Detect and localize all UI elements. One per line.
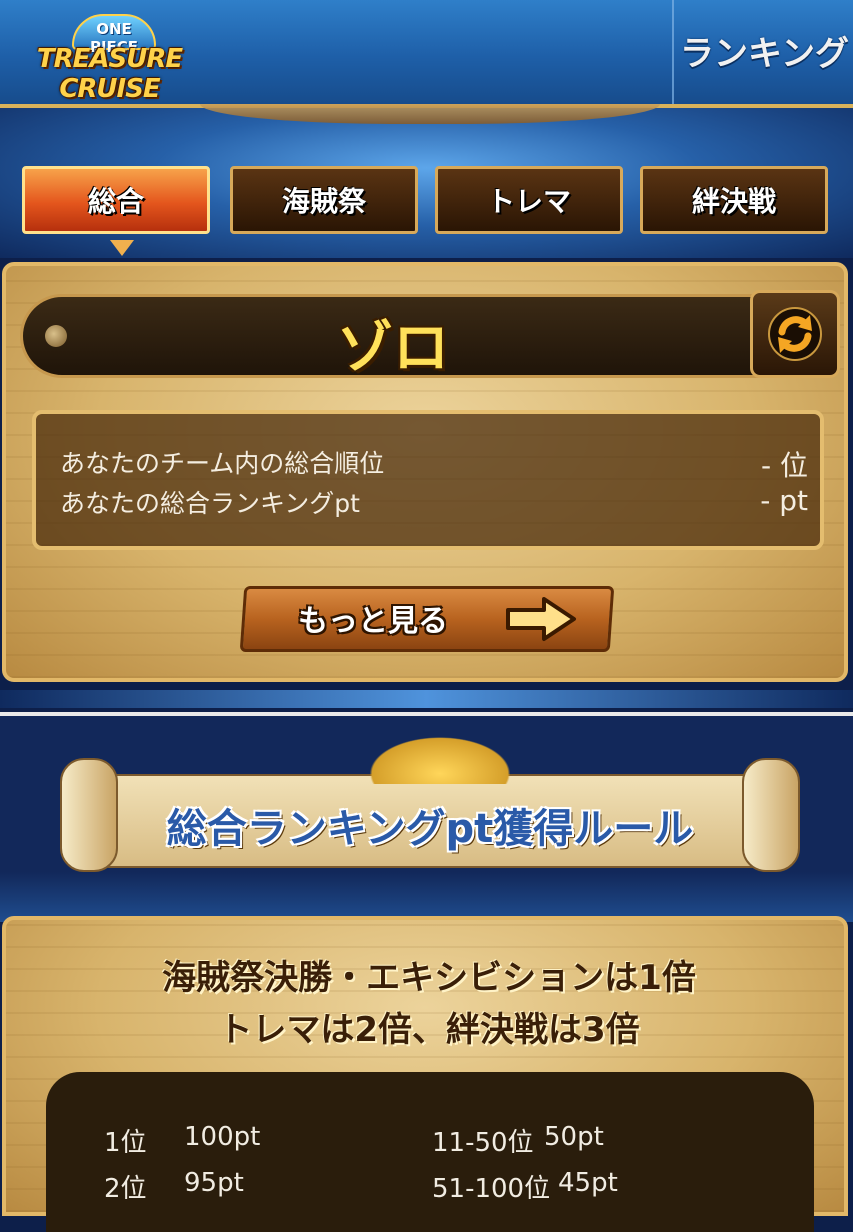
rule-line-2: トレマは2倍、絆決戦は3倍 — [218, 1010, 640, 1050]
table-cell-rank: 51-100位 — [432, 1174, 551, 1204]
rules-panel: 海賊祭決勝・エキシビションは1倍 トレマは2倍、絆決戦は3倍 1位 100pt … — [2, 916, 848, 1232]
active-tab-pointer — [110, 240, 134, 256]
table-cell-rank: 1位 — [104, 1128, 147, 1158]
table-cell-pt: 50pt — [544, 1122, 604, 1152]
ranking-pt-value: - pt — [760, 484, 808, 517]
table-cell-pt: 95pt — [184, 1168, 244, 1198]
see-more-label: もっと見る — [298, 604, 448, 639]
treasure-icon — [360, 732, 520, 784]
ranking-tabs: 総合 海賊祭 トレマ 絆決戦 — [22, 166, 830, 242]
team-rank-value: - 位 — [760, 449, 808, 482]
rules-scroll-banner: 総合ランキングpt獲得ルール — [60, 732, 800, 872]
rules-title: 総合ランキングpt獲得ルール — [166, 806, 694, 852]
team-rank-row: あなたのチーム内の総合順位 - 位 — [60, 444, 808, 482]
ranking-pt-label: あなたの総合ランキングpt — [60, 489, 360, 518]
team-ranking-panel: ゾロ あなたのチーム内の総合順位 - 位 あなたの総合ランキングpt - pt … — [2, 262, 848, 682]
table-cell-rank: 11-50位 — [432, 1128, 534, 1158]
lower-background-band — [0, 872, 853, 922]
arrow-right-icon — [506, 597, 576, 641]
tab-kizuna-battle[interactable]: 絆決戦 — [640, 166, 828, 234]
team-rank-label: あなたのチーム内の総合順位 — [60, 449, 385, 478]
tab-overall[interactable]: 総合 — [22, 166, 210, 234]
table-cell-pt: 100pt — [184, 1122, 261, 1152]
refresh-icon — [768, 307, 822, 361]
app-header: ONE PIECE TREASURE CRUISE ランキング — [0, 0, 853, 108]
table-cell-rank: 2位 — [104, 1174, 147, 1204]
rule-line-1: 海賊祭決勝・エキシビションは1倍 — [162, 958, 696, 998]
team-name: ゾロ — [337, 316, 449, 381]
table-cell-pt: 45pt — [558, 1168, 618, 1198]
see-more-button[interactable]: もっと見る — [239, 580, 615, 660]
tab-treasure-map[interactable]: トレマ — [435, 166, 623, 234]
section-divider-band — [0, 690, 853, 708]
refresh-button[interactable] — [750, 290, 840, 378]
logo-main-text: TREASURE CRUISE — [36, 44, 183, 104]
page-title: ランキング — [680, 34, 849, 74]
team-name-bar: ゾロ — [20, 294, 840, 381]
points-table: 1位 100pt 11-50位 50pt 2位 95pt 51-100位 45p… — [46, 1072, 814, 1232]
app-logo[interactable]: ONE PIECE TREASURE CRUISE — [12, 14, 207, 104]
my-stats-box: あなたのチーム内の総合順位 - 位 あなたの総合ランキングpt - pt — [32, 410, 824, 550]
tab-pirate-festival[interactable]: 海賊祭 — [230, 166, 418, 234]
header-divider — [672, 0, 674, 104]
ranking-pt-row: あなたの総合ランキングpt - pt — [60, 484, 808, 520]
